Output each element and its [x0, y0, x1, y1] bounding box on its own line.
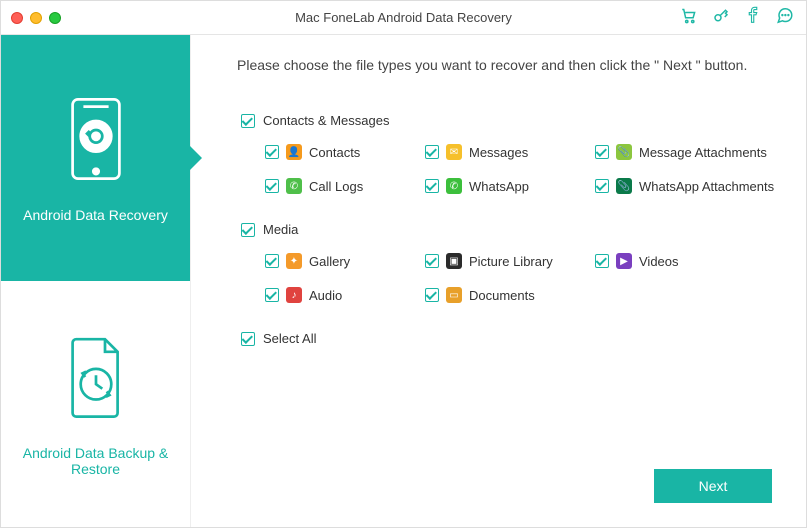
group-contacts-messages: Contacts & Messages 👤 Contacts ✉ Message…	[241, 113, 776, 194]
videos-icon: ▶	[616, 253, 632, 269]
checkbox-msg-attach[interactable]	[595, 145, 609, 159]
item-label: Message Attachments	[639, 145, 767, 160]
item-label: Picture Library	[469, 254, 553, 269]
group-label: Contacts & Messages	[263, 113, 389, 128]
checkbox-audio[interactable]	[265, 288, 279, 302]
content-area: Android Data Recovery Android Data Backu…	[1, 35, 806, 527]
checkbox-whatsapp[interactable]	[425, 179, 439, 193]
item-label: Messages	[469, 145, 528, 160]
minimize-window-button[interactable]	[30, 12, 42, 24]
window-controls	[11, 12, 61, 24]
item-label: Gallery	[309, 254, 350, 269]
item-contacts: 👤 Contacts	[265, 144, 425, 160]
next-button[interactable]: Next	[654, 469, 772, 503]
item-message-attachments: 📎 Message Attachments	[595, 144, 795, 160]
chat-icon[interactable]	[776, 6, 794, 29]
main-panel: Please choose the file types you want to…	[191, 35, 806, 527]
facebook-icon[interactable]	[744, 6, 762, 29]
select-all-row: Select All	[241, 331, 776, 346]
checkbox-group-media[interactable]	[241, 223, 255, 237]
sidebar: Android Data Recovery Android Data Backu…	[1, 35, 191, 527]
checkbox-contacts[interactable]	[265, 145, 279, 159]
item-label: Contacts	[309, 145, 360, 160]
item-messages: ✉ Messages	[425, 144, 595, 160]
select-all-label: Select All	[263, 331, 316, 346]
wa-attach-icon: 📎	[616, 178, 632, 194]
group-label: Media	[263, 222, 298, 237]
checkbox-messages[interactable]	[425, 145, 439, 159]
file-backup-icon	[57, 332, 135, 427]
calllogs-icon: ✆	[286, 178, 302, 194]
gallery-icon: ✦	[286, 253, 302, 269]
key-icon[interactable]	[712, 6, 730, 29]
item-label: Call Logs	[309, 179, 363, 194]
checkbox-group-contacts[interactable]	[241, 114, 255, 128]
item-label: Videos	[639, 254, 679, 269]
app-title: Mac FoneLab Android Data Recovery	[295, 10, 512, 25]
sidebar-item-backup[interactable]: Android Data Backup & Restore	[1, 281, 190, 527]
checkbox-piclib[interactable]	[425, 254, 439, 268]
close-window-button[interactable]	[11, 12, 23, 24]
checkbox-gallery[interactable]	[265, 254, 279, 268]
checkbox-wa-attach[interactable]	[595, 179, 609, 193]
item-documents: ▭ Documents	[425, 287, 595, 303]
checkbox-select-all[interactable]	[241, 332, 255, 346]
sidebar-item-recovery[interactable]: Android Data Recovery	[1, 35, 190, 281]
item-videos: ▶ Videos	[595, 253, 795, 269]
item-audio: ♪ Audio	[265, 287, 425, 303]
group-header: Media	[241, 222, 776, 237]
item-label: Documents	[469, 288, 535, 303]
app-window: Mac FoneLab Android Data Recovery	[0, 0, 807, 528]
instruction-text: Please choose the file types you want to…	[231, 57, 776, 73]
messages-icon: ✉	[446, 144, 462, 160]
documents-icon: ▭	[446, 287, 462, 303]
item-label: WhatsApp Attachments	[639, 179, 774, 194]
group-items: ✦ Gallery ▣ Picture Library ▶ Videos	[265, 253, 776, 303]
item-whatsapp: ✆ WhatsApp	[425, 178, 595, 194]
contacts-icon: 👤	[286, 144, 302, 160]
item-label: WhatsApp	[469, 179, 529, 194]
checkbox-videos[interactable]	[595, 254, 609, 268]
titlebar: Mac FoneLab Android Data Recovery	[1, 1, 806, 35]
item-gallery: ✦ Gallery	[265, 253, 425, 269]
phone-recovery-icon	[57, 94, 135, 189]
zoom-window-button[interactable]	[49, 12, 61, 24]
cart-icon[interactable]	[680, 6, 698, 29]
piclib-icon: ▣	[446, 253, 462, 269]
item-picture-library: ▣ Picture Library	[425, 253, 595, 269]
group-media: Media ✦ Gallery ▣ Picture Library	[241, 222, 776, 303]
sidebar-item-label: Android Data Backup & Restore	[11, 445, 180, 477]
msg-attach-icon: 📎	[616, 144, 632, 160]
item-call-logs: ✆ Call Logs	[265, 178, 425, 194]
checkbox-documents[interactable]	[425, 288, 439, 302]
checkbox-calllogs[interactable]	[265, 179, 279, 193]
sidebar-item-label: Android Data Recovery	[23, 207, 168, 223]
item-label: Audio	[309, 288, 342, 303]
item-whatsapp-attachments: 📎 WhatsApp Attachments	[595, 178, 795, 194]
group-header: Contacts & Messages	[241, 113, 776, 128]
audio-icon: ♪	[286, 287, 302, 303]
whatsapp-icon: ✆	[446, 178, 462, 194]
group-items: 👤 Contacts ✉ Messages 📎 Message Attachme…	[265, 144, 776, 194]
header-icons	[680, 6, 794, 29]
